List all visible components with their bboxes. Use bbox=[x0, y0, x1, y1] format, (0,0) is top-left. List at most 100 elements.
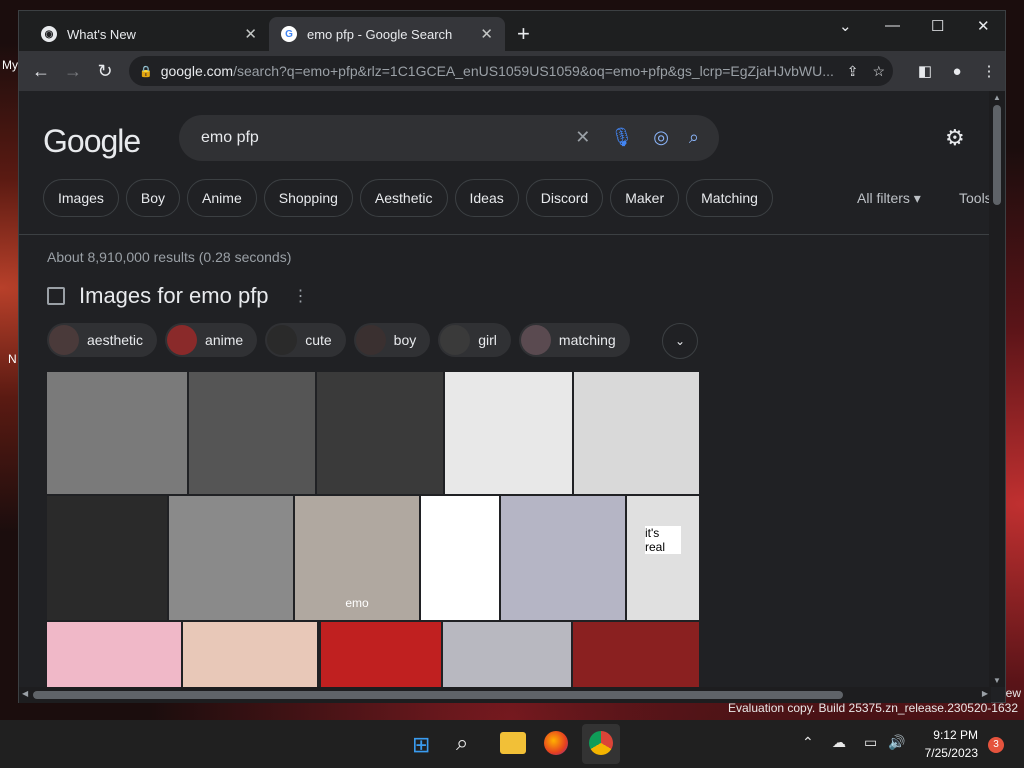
scroll-down-icon[interactable]: ▼ bbox=[993, 676, 1001, 685]
related-searches: aesthetic anime cute boy girl matching bbox=[47, 323, 630, 357]
search-results-page: Google emo pfp ✕ 🎙 ◎ ⌕ ⚙ Images Boy Anim… bbox=[19, 91, 991, 687]
all-filters-label: All filters bbox=[857, 190, 910, 206]
image-result-thumbnail[interactable] bbox=[47, 496, 167, 620]
image-result-thumbnail[interactable] bbox=[445, 372, 572, 494]
search-icon[interactable]: ⌕ bbox=[456, 730, 468, 756]
image-result-thumbnail[interactable] bbox=[421, 496, 499, 620]
chrome-icon: ◉ bbox=[41, 26, 57, 42]
chevron-down-icon[interactable]: ⌄ bbox=[662, 323, 698, 359]
lock-icon: 🔒 bbox=[139, 65, 153, 78]
related-search-pill[interactable]: aesthetic bbox=[47, 323, 158, 357]
google-logo[interactable]: Google bbox=[43, 123, 141, 160]
notification-badge[interactable]: 3 bbox=[988, 737, 1004, 753]
chevron-up-icon[interactable]: ⌃ bbox=[802, 734, 814, 751]
search-icon[interactable]: ⌕ bbox=[689, 127, 699, 148]
forward-button[interactable]: → bbox=[57, 61, 89, 82]
results-count: About 8,910,000 results (0.28 seconds) bbox=[47, 249, 292, 265]
file-explorer-icon[interactable] bbox=[500, 732, 526, 754]
browser-toolbar: ← → ↻ 🔒 google.com /search?q=emo+pfp&rlz… bbox=[19, 51, 1005, 91]
lens-icon[interactable]: ◎ bbox=[653, 127, 669, 148]
close-window-button[interactable]: ✕ bbox=[977, 17, 990, 35]
related-search-pill[interactable]: matching bbox=[518, 323, 630, 357]
desktop-label-ew: ew bbox=[1005, 686, 1021, 700]
bookmark-star-icon[interactable]: ☆ bbox=[872, 63, 885, 80]
settings-gear-icon[interactable]: ⚙ bbox=[945, 125, 965, 151]
related-search-pill[interactable]: boy bbox=[353, 323, 431, 357]
network-icon[interactable]: ▭ bbox=[864, 734, 877, 751]
microphone-icon[interactable]: 🎙 bbox=[610, 127, 633, 148]
scroll-up-icon[interactable]: ▲ bbox=[993, 93, 1001, 102]
image-result-thumbnail[interactable] bbox=[169, 496, 293, 620]
image-result-thumbnail[interactable] bbox=[317, 372, 443, 494]
clock-date[interactable]: 7/25/2023 bbox=[916, 746, 978, 760]
close-icon[interactable]: ✕ bbox=[480, 25, 493, 43]
maximize-button[interactable]: ☐ bbox=[931, 17, 944, 35]
tools-button[interactable]: Tools bbox=[959, 190, 991, 206]
pill-thumbnail bbox=[267, 325, 298, 355]
image-result-thumbnail[interactable] bbox=[573, 622, 699, 687]
search-query: emo pfp bbox=[201, 129, 259, 146]
chrome-icon[interactable] bbox=[589, 731, 613, 755]
pill-label: boy bbox=[393, 332, 417, 348]
pill-label: girl bbox=[478, 332, 497, 348]
image-caption-text: emo bbox=[345, 596, 369, 610]
new-tab-button[interactable]: + bbox=[517, 23, 530, 45]
pill-label: cute bbox=[305, 332, 332, 348]
chip-anime[interactable]: Anime bbox=[187, 179, 257, 217]
address-bar[interactable]: 🔒 google.com /search?q=emo+pfp&rlz=1C1GC… bbox=[129, 56, 893, 86]
menu-icon[interactable]: ⋮ bbox=[973, 62, 1005, 80]
desktop-label-my: My bbox=[2, 58, 18, 72]
more-options-icon[interactable]: ⋮ bbox=[293, 286, 309, 306]
chip-images[interactable]: Images bbox=[43, 179, 119, 217]
tab-whats-new[interactable]: ◉ What's New ✕ bbox=[29, 17, 269, 51]
vertical-scroll-thumb[interactable] bbox=[993, 105, 1001, 205]
scroll-right-icon[interactable]: ▶ bbox=[982, 689, 988, 698]
tab-emo-pfp[interactable]: G emo pfp - Google Search ✕ bbox=[269, 17, 505, 51]
toolbar-right: ◧ ● ⋮ bbox=[909, 51, 1005, 91]
chip-boy[interactable]: Boy bbox=[125, 179, 181, 217]
image-result-thumbnail[interactable] bbox=[501, 496, 625, 620]
chip-maker[interactable]: Maker bbox=[610, 179, 680, 217]
chip-ideas[interactable]: Ideas bbox=[454, 179, 519, 217]
clock-time[interactable]: 9:12 PM bbox=[926, 728, 978, 742]
images-section-header: Images for emo pfp ⋮ bbox=[47, 283, 309, 309]
horizontal-scroll-thumb[interactable] bbox=[33, 691, 843, 699]
image-result-thumbnail[interactable] bbox=[321, 622, 441, 687]
chip-matching[interactable]: Matching bbox=[686, 179, 773, 217]
image-result-thumbnail[interactable] bbox=[47, 622, 181, 687]
tab-search-icon[interactable]: ⌄ bbox=[839, 17, 852, 35]
chip-discord[interactable]: Discord bbox=[525, 179, 604, 217]
horizontal-scrollbar[interactable]: ◀ ▶ bbox=[19, 687, 991, 703]
related-search-pill[interactable]: girl bbox=[438, 323, 511, 357]
desktop-label-n: N bbox=[8, 352, 17, 366]
clear-icon[interactable]: ✕ bbox=[575, 127, 590, 148]
search-input[interactable]: emo pfp ✕ 🎙 ◎ ⌕ bbox=[179, 115, 719, 161]
images-section-title[interactable]: Images for emo pfp bbox=[79, 283, 269, 309]
image-result-thumbnail[interactable] bbox=[189, 372, 315, 494]
side-panel-icon[interactable]: ◧ bbox=[909, 62, 941, 80]
share-icon[interactable]: ⇪ bbox=[847, 63, 859, 80]
chip-shopping[interactable]: Shopping bbox=[263, 179, 353, 217]
image-result-thumbnail[interactable] bbox=[574, 372, 699, 494]
image-result-thumbnail[interactable] bbox=[183, 622, 317, 687]
vertical-scrollbar[interactable]: ▲ ▼ bbox=[989, 91, 1005, 687]
chip-aesthetic[interactable]: Aesthetic bbox=[359, 179, 448, 217]
volume-icon[interactable]: 🔊 bbox=[888, 734, 905, 751]
back-button[interactable]: ← bbox=[25, 61, 57, 82]
minimize-button[interactable]: — bbox=[885, 17, 900, 34]
all-filters-button[interactable]: All filters ▾ bbox=[857, 190, 921, 207]
profile-icon[interactable]: ● bbox=[941, 63, 973, 80]
firefox-icon[interactable] bbox=[544, 731, 568, 755]
reload-button[interactable]: ↻ bbox=[89, 61, 121, 82]
image-result-thumbnail[interactable]: emo bbox=[295, 496, 419, 620]
scroll-left-icon[interactable]: ◀ bbox=[22, 689, 28, 698]
related-search-pill[interactable]: cute bbox=[265, 323, 346, 357]
windows-start-icon[interactable]: ⊞ bbox=[412, 732, 430, 758]
image-result-thumbnail[interactable]: it's real bbox=[627, 496, 699, 620]
image-result-thumbnail[interactable] bbox=[443, 622, 571, 687]
image-result-thumbnail[interactable] bbox=[47, 372, 187, 494]
pill-thumbnail bbox=[49, 325, 79, 355]
related-search-pill[interactable]: anime bbox=[165, 323, 258, 357]
close-icon[interactable]: ✕ bbox=[244, 25, 257, 43]
cloud-icon[interactable]: ☁ bbox=[832, 734, 846, 751]
